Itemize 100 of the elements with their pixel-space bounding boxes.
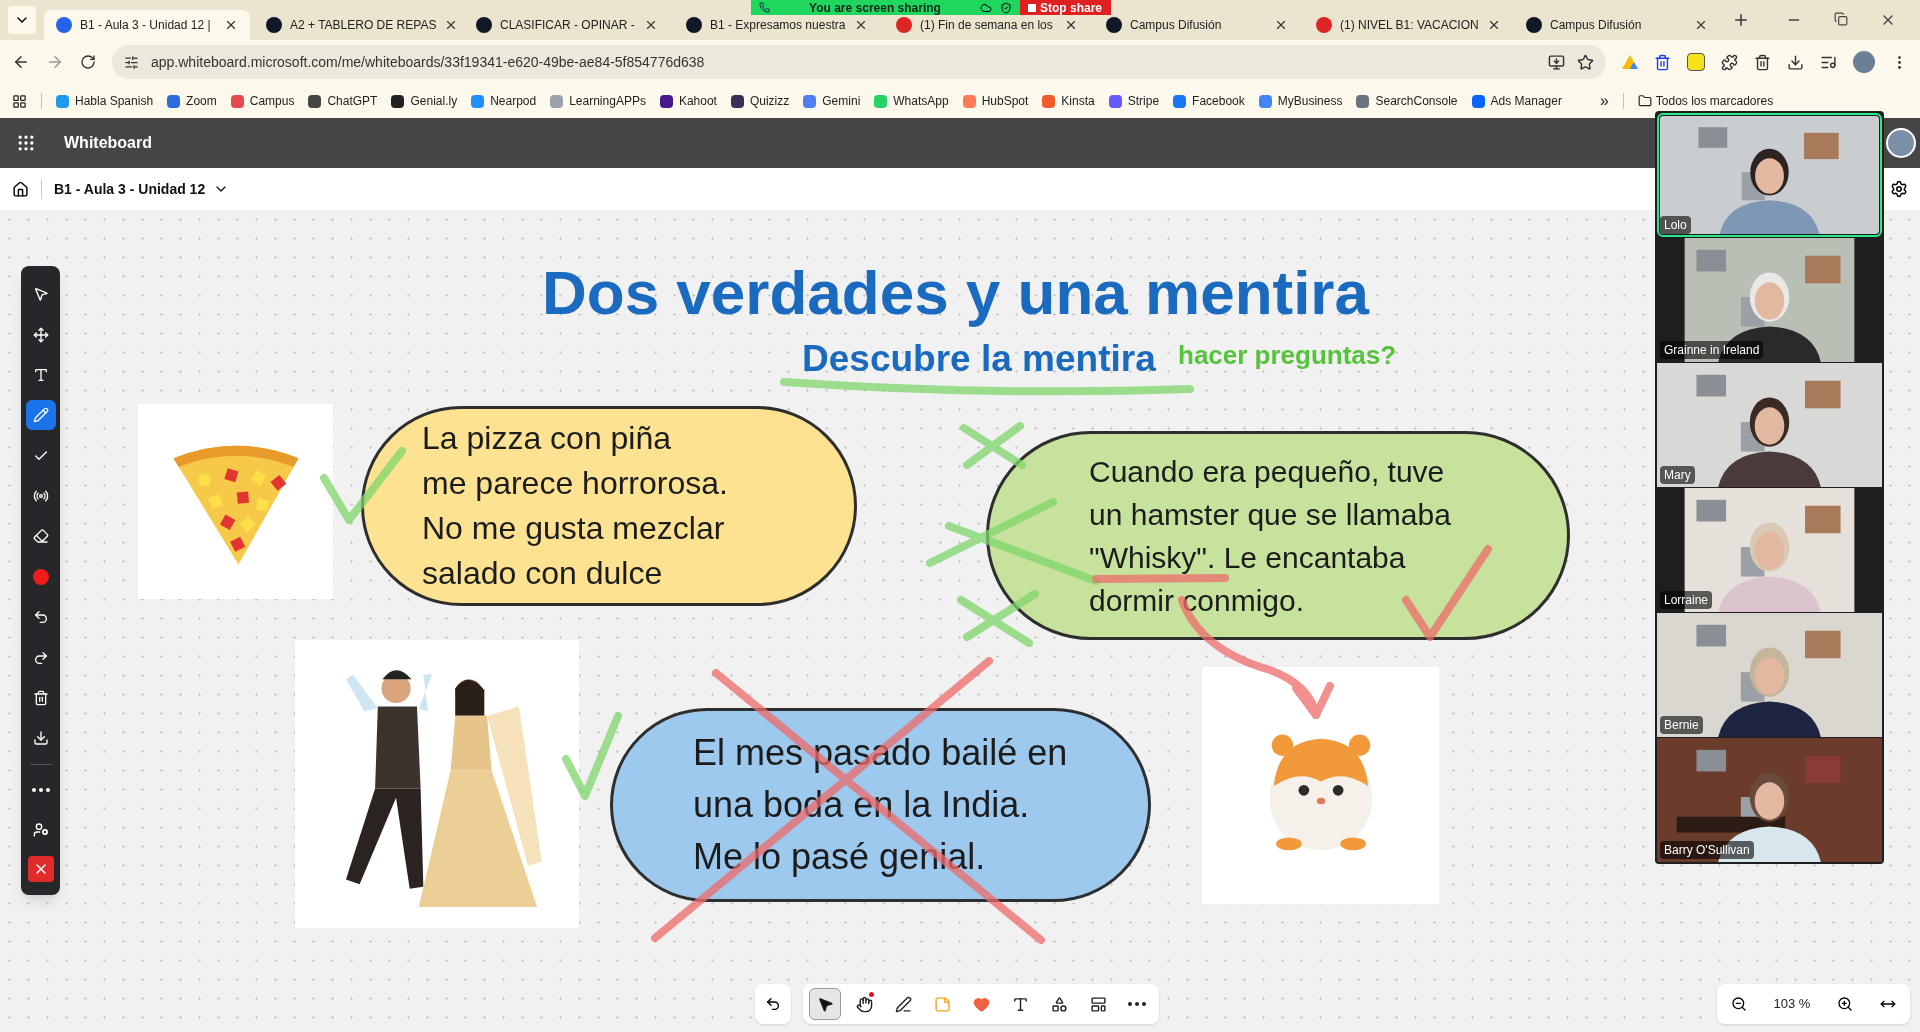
forward-icon[interactable] <box>46 53 64 71</box>
profile-avatar[interactable] <box>1853 51 1875 73</box>
bookmark-link[interactable]: Kahoot <box>659 92 717 110</box>
cloud-icon <box>980 1 992 14</box>
color-swatch <box>32 568 49 585</box>
cross-mark-drawing <box>960 422 1026 469</box>
tab-title: (1) NIVEL B1: VACACION <box>1340 17 1479 34</box>
text-icon <box>32 366 49 383</box>
tab-title: B1 - Aula 3 - Unidad 12 | <box>80 17 212 34</box>
move-icon <box>32 326 49 343</box>
card-text: una boda en la India. <box>693 783 1031 827</box>
user-avatar[interactable] <box>1886 128 1916 158</box>
sticky-note-icon <box>933 995 951 1013</box>
board-title-button[interactable]: B1 - Aula 3 - Unidad 12 <box>54 178 230 200</box>
tool-button[interactable] <box>809 988 841 1020</box>
bookmark-link[interactable]: Ads Manager <box>1471 92 1562 110</box>
bookmark-link[interactable]: Facebook <box>1173 92 1245 110</box>
text-icon <box>1011 995 1029 1013</box>
participant-name: Lolo <box>1660 216 1691 234</box>
site-icon <box>1526 17 1542 33</box>
pointer-icon <box>816 995 834 1013</box>
back-icon[interactable] <box>12 53 30 71</box>
close-icon[interactable] <box>1274 18 1288 32</box>
bookmark-icon <box>167 94 181 108</box>
apps-icon[interactable] <box>12 93 27 109</box>
install-icon[interactable] <box>1548 53 1565 71</box>
bookmark-link[interactable]: LearningAPPs <box>550 92 646 110</box>
card-text: El mes pasado bailé en <box>693 731 1069 775</box>
card-text: un hamster que se llamaba <box>1089 497 1452 531</box>
browser-tab[interactable]: Campus Difusión <box>1514 10 1720 40</box>
settings-icon[interactable] <box>1890 180 1908 198</box>
all-bookmarks-link[interactable]: Todos los marcadores <box>1637 92 1774 110</box>
card-text: salado con dulce <box>422 554 664 593</box>
tab-search-button[interactable] <box>8 6 36 34</box>
app-launcher-icon[interactable] <box>16 133 36 153</box>
browser-tab[interactable]: (1) NIVEL B1: VACACION <box>1304 10 1510 40</box>
redo-icon <box>32 649 49 666</box>
bookmark-link[interactable]: WhatsApp <box>874 92 949 110</box>
tab-title: (1) Fin de semana en los <box>920 17 1054 34</box>
trash-icon[interactable] <box>1654 53 1671 71</box>
share-status: You are screen sharing <box>808 0 942 17</box>
bookmark-link[interactable]: Campus <box>230 92 295 110</box>
undo-button[interactable] <box>755 984 791 1024</box>
more-bookmarks[interactable]: » <box>1599 89 1609 113</box>
bookmark-link[interactable]: Nearpod <box>471 92 537 110</box>
pointer-icon <box>32 286 49 303</box>
trash-icon[interactable] <box>1754 53 1771 71</box>
close-button[interactable] <box>27 855 54 882</box>
browser-tab[interactable]: CLASIFICAR - OPINAR - <box>464 10 670 40</box>
reload-icon[interactable] <box>80 54 96 70</box>
close-icon[interactable] <box>1064 18 1078 32</box>
bookmark-link[interactable]: Habla Spanish <box>56 92 154 110</box>
bookmark-link[interactable]: Kinsta <box>1042 92 1095 110</box>
site-icon <box>266 17 282 33</box>
tab-title: B1 - Expresamos nuestra <box>710 17 846 34</box>
bookmark-link[interactable]: ChatGPT <box>308 92 378 110</box>
bookmark-link[interactable]: HubSpot <box>962 92 1029 110</box>
more-icon <box>1128 1002 1146 1006</box>
close-icon[interactable] <box>224 18 238 32</box>
bookmark-link[interactable]: Quizizz <box>730 92 790 110</box>
bookmark-link[interactable]: MyBusiness <box>1258 92 1343 110</box>
card-text: me parece horrorosa. <box>422 464 729 503</box>
address-text: app.whiteboard.microsoft.com/me/whiteboards/33f19341-e620-49be-ae84-5f854776d638 <box>151 52 706 72</box>
download-icon[interactable] <box>1787 53 1804 71</box>
more-icon <box>31 788 50 793</box>
bookmark-link[interactable]: Genial.ly <box>391 92 458 110</box>
close-icon[interactable] <box>644 18 658 32</box>
zoom-out-icon[interactable] <box>1730 996 1747 1012</box>
bookmark-icon <box>391 94 405 108</box>
bookmark-icon <box>659 94 673 108</box>
tab-title: Campus Difusión <box>1130 17 1223 34</box>
close-icon[interactable] <box>854 18 868 32</box>
bookmark-icon <box>1173 94 1187 108</box>
close-icon[interactable] <box>1694 18 1708 32</box>
bookmark-link[interactable]: SearchConsole <box>1356 92 1458 110</box>
bookmark-star-icon[interactable] <box>1577 53 1594 71</box>
puzzle-icon[interactable] <box>1721 53 1738 71</box>
extension-icon[interactable] <box>1687 53 1705 71</box>
card-text: Cuando era pequeño, tuve <box>1089 454 1446 488</box>
zoom-in-icon[interactable] <box>1837 996 1854 1012</box>
stop-share-button[interactable]: Stop share <box>1020 0 1111 15</box>
card-text: dormir conmigo. <box>1089 583 1306 617</box>
tool-button[interactable] <box>25 400 56 431</box>
drive-icon[interactable] <box>1622 55 1638 69</box>
bookmark-link[interactable]: Gemini <box>803 92 861 110</box>
bookmark-icon <box>308 94 322 108</box>
address-bar[interactable]: app.whiteboard.microsoft.com/me/whiteboards/33f19341-e620-49be-ae84-5f854776d638 <box>112 45 1606 79</box>
new-tab-icon[interactable] <box>1732 11 1750 29</box>
home-icon[interactable] <box>12 180 29 198</box>
restore-icon[interactable] <box>1834 12 1848 26</box>
site-icon <box>1316 17 1332 33</box>
bookmark-icon <box>730 94 744 108</box>
browser-tab[interactable]: A2 + TABLERO DE REPAS <box>254 10 460 40</box>
bookmark-link[interactable]: Stripe <box>1108 92 1160 110</box>
browser-tab[interactable]: B1 - Aula 3 - Unidad 12 | <box>44 10 250 40</box>
bookmark-icon <box>1258 94 1272 108</box>
bookmark-link[interactable]: Zoom <box>167 92 217 110</box>
tab-title: Campus Difusión <box>1550 17 1643 34</box>
bookmark-icon <box>1042 94 1056 108</box>
hand-icon <box>855 995 873 1013</box>
